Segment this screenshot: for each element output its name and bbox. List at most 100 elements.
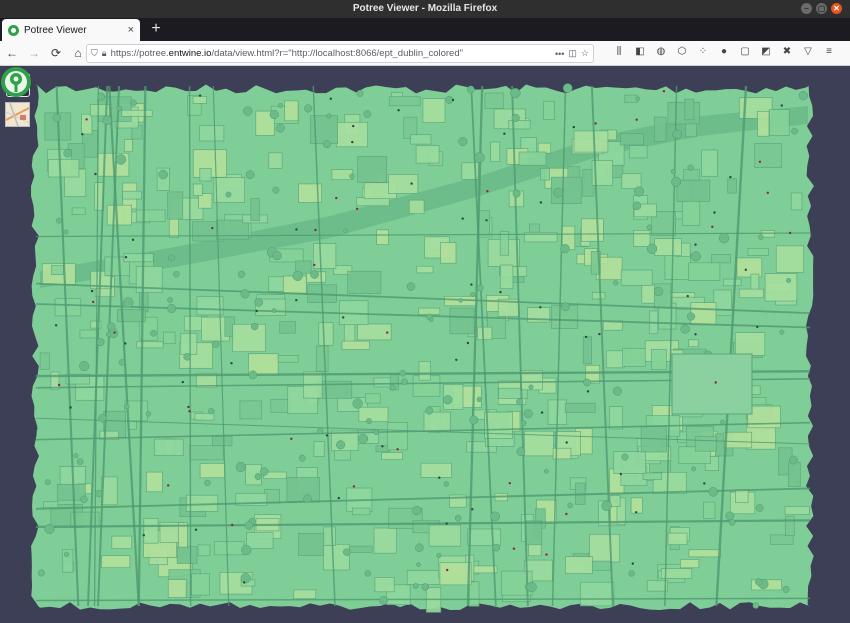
pocket-icon[interactable]: ◫: [568, 48, 577, 59]
back-button[interactable]: ←: [2, 43, 22, 63]
noise-point: [565, 441, 568, 444]
building-block: [420, 462, 452, 478]
tree-point: [680, 324, 690, 334]
forward-button[interactable]: →: [24, 43, 44, 63]
building-block: [71, 207, 86, 215]
building-block: [573, 130, 609, 153]
url-bar[interactable]: ⛉ 🔒︎ https://potree.entwine.io/data/view…: [86, 44, 594, 63]
building-block: [701, 149, 718, 177]
noise-point: [545, 553, 548, 556]
tree-point: [272, 250, 282, 261]
tree-point: [421, 583, 430, 591]
tree-point: [145, 411, 152, 417]
extension-icon[interactable]: ▽: [801, 45, 815, 59]
building-block: [82, 130, 98, 158]
url-text[interactable]: https://potree.entwine.io/data/view.html…: [111, 48, 551, 59]
shield-icon[interactable]: ⛉: [91, 48, 98, 59]
building-block: [579, 581, 615, 607]
tree-point: [690, 251, 701, 262]
extension-icon[interactable]: ▢: [738, 45, 752, 59]
building-block: [122, 190, 142, 200]
map-toggle-button[interactable]: [5, 102, 30, 127]
building-block: [690, 302, 717, 326]
noise-point: [386, 331, 389, 334]
building-block: [286, 477, 320, 503]
noise-point: [131, 238, 135, 241]
bookmark-star-icon[interactable]: ☆: [581, 48, 589, 59]
tree-point: [416, 562, 421, 567]
park-area: [671, 353, 753, 415]
tree-point: [357, 433, 369, 444]
point-cloud-render[interactable]: [0, 66, 850, 623]
building-block: [620, 269, 653, 286]
tree-point: [436, 552, 442, 558]
building-block: [180, 332, 198, 355]
tree-point: [412, 583, 419, 589]
tree-point: [632, 201, 642, 211]
building-block: [374, 577, 395, 593]
noise-point: [313, 263, 316, 267]
url-prefix: https://potree.: [110, 48, 169, 59]
tree-point: [470, 292, 476, 297]
extension-icon[interactable]: ⁘: [696, 45, 710, 59]
potree-viewer[interactable]: [0, 66, 850, 623]
building-block: [376, 229, 389, 246]
noise-point: [396, 448, 399, 451]
building-block: [565, 556, 593, 574]
url-suffix: /data/view.html?r="http://localhost:8066…: [211, 48, 463, 59]
tree-point: [671, 176, 682, 187]
building-block: [440, 242, 457, 264]
menu-icon[interactable]: ≡: [822, 45, 836, 59]
tab-potree-viewer[interactable]: Potree Viewer ×: [2, 19, 140, 41]
new-tab-button[interactable]: +: [147, 20, 165, 38]
tree-point: [560, 244, 570, 254]
tree-point: [343, 548, 351, 556]
building-block: [198, 193, 213, 209]
extension-icon[interactable]: ✖: [780, 45, 794, 59]
library-icon[interactable]: ⫼: [612, 45, 626, 59]
noise-point: [167, 484, 170, 487]
tree-point: [516, 398, 524, 406]
account-icon[interactable]: ◍: [654, 45, 668, 59]
screenshot-icon[interactable]: ◩: [759, 45, 773, 59]
maximize-button[interactable]: ▢: [816, 3, 827, 14]
tree-point: [401, 378, 408, 386]
building-block: [250, 198, 260, 221]
building-block: [529, 223, 540, 233]
tree-point: [304, 104, 313, 113]
tree-point: [95, 489, 103, 498]
tree-point: [63, 149, 72, 158]
close-window-button[interactable]: ✕: [831, 3, 842, 14]
page-actions-icon[interactable]: •••: [555, 49, 564, 59]
building-block: [484, 92, 504, 109]
tree-point: [672, 129, 682, 140]
noise-point: [703, 482, 706, 485]
building-block: [316, 345, 329, 372]
extension-icon[interactable]: ⬡: [675, 45, 689, 59]
building-block: [199, 168, 212, 182]
noise-point: [352, 485, 356, 488]
tree-point: [428, 317, 434, 323]
building-block: [176, 546, 198, 564]
lock-icon[interactable]: 🔒︎: [102, 48, 107, 59]
profile-icon[interactable]: ●: [717, 45, 731, 59]
tree-point: [269, 110, 279, 120]
sidebar-icon[interactable]: ◧: [633, 45, 647, 59]
noise-point: [446, 568, 449, 572]
building-block: [146, 471, 163, 493]
tree-point: [96, 338, 105, 347]
potree-logo-icon[interactable]: [0, 66, 32, 98]
home-button[interactable]: ⌂: [68, 43, 88, 63]
building-block: [323, 543, 350, 571]
building-block: [591, 292, 606, 300]
minimize-button[interactable]: –: [801, 3, 812, 14]
tree-point: [635, 96, 641, 102]
building-block: [680, 559, 700, 569]
tab-close-icon[interactable]: ×: [128, 24, 134, 36]
noise-point: [351, 140, 354, 144]
tree-point: [150, 329, 157, 337]
reload-button[interactable]: ⟳: [46, 43, 66, 63]
building-block: [764, 273, 798, 302]
tree-point: [755, 504, 764, 512]
tree-point: [490, 511, 501, 522]
